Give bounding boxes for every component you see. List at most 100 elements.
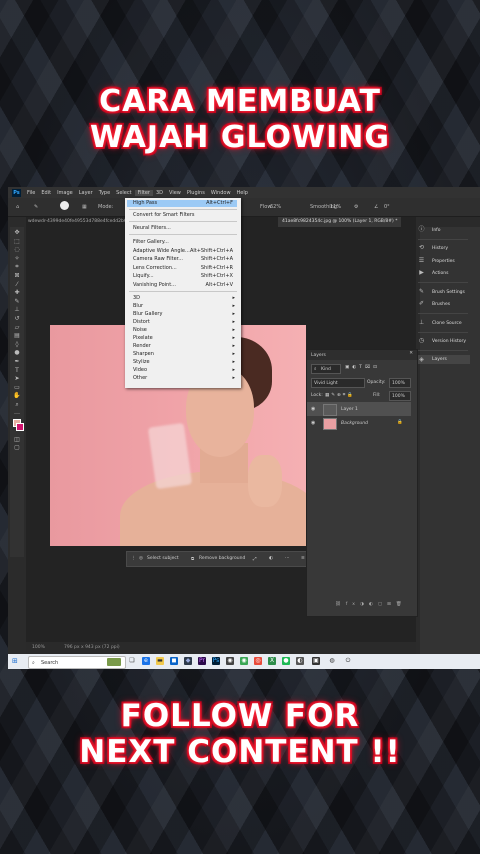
settings-icon[interactable]: ≡ — [301, 556, 305, 561]
blur-tool-icon[interactable]: ◊ — [13, 341, 21, 347]
angle-value[interactable]: 0° — [384, 204, 390, 210]
brush-panel-icon[interactable]: ▦ — [82, 204, 87, 210]
layer-row-layer-1[interactable]: ◉ Layer 1 — [307, 402, 411, 416]
power-icon[interactable]: ⏻ — [344, 657, 352, 665]
layer-kind-select[interactable]: ⌕ Kind — [311, 364, 341, 374]
app-icon[interactable]: ◆ — [184, 657, 192, 665]
menu-item-video[interactable]: Video ▸ — [133, 367, 237, 374]
menu-item-convert-smart-filters[interactable]: Convert for Smart Filters — [133, 212, 237, 219]
flow-value[interactable]: 62% — [270, 204, 281, 210]
mask-icon[interactable]: ◐ — [269, 556, 273, 561]
layer-filter-icons[interactable]: ▣◐T⌧⊡ — [345, 365, 380, 370]
menu-3d[interactable]: 3D — [153, 190, 166, 196]
history-brush-tool-icon[interactable]: ↺ — [13, 315, 21, 321]
menu-item-stylize[interactable]: Stylize ▸ — [133, 359, 237, 366]
visibility-eye-icon[interactable]: ◉ — [311, 406, 315, 412]
panel-info[interactable]: ⓘ Info — [418, 227, 440, 233]
select-subject-button[interactable]: Select subject — [147, 556, 179, 561]
pen-tool-icon[interactable]: ✒ — [13, 358, 21, 364]
menu-help[interactable]: Help — [234, 190, 251, 196]
gradient-tool-icon[interactable]: ▤ — [13, 333, 21, 339]
menu-item-vanishing-point[interactable]: Vanishing Point... Alt+Ctrl+V — [133, 282, 237, 289]
menu-item-liquify[interactable]: Liquify... Shift+Ctrl+X — [133, 273, 237, 280]
panel-version-history[interactable]: ◷ Version History — [418, 338, 466, 344]
color-swatches[interactable] — [13, 419, 24, 433]
home-icon[interactable]: ⌂ — [16, 204, 19, 210]
taskbar-search[interactable]: ⌕ Search — [28, 656, 126, 669]
menu-item-pixelate[interactable]: Pixelate ▸ — [133, 335, 237, 342]
photoshop-taskbar-icon[interactable]: Ps — [212, 657, 220, 665]
obs-icon[interactable]: ◍ — [328, 657, 336, 665]
marquee-tool-icon[interactable]: ⬚ — [13, 238, 21, 244]
menu-item-render[interactable]: Render ▸ — [133, 343, 237, 350]
quick-mask-icon[interactable]: ◫ — [13, 436, 21, 442]
stamp-tool-icon[interactable]: ⊥ — [13, 307, 21, 313]
visibility-eye-icon[interactable]: ◉ — [311, 420, 315, 426]
menu-plugins[interactable]: Plugins — [184, 190, 208, 196]
lock-icons[interactable]: ▦✎⊕⌗🔒 — [325, 392, 355, 398]
path-select-tool-icon[interactable]: ➤ — [13, 376, 21, 382]
close-icon[interactable]: ✕ — [409, 351, 413, 356]
menu-item-blur[interactable]: Blur ▸ — [133, 303, 237, 310]
quick-select-tool-icon[interactable]: ✧ — [13, 255, 21, 261]
layers-footer-icons[interactable]: ⛓fx◑◐▢⊞🗑 — [307, 602, 417, 612]
fill-input[interactable]: 100% — [389, 391, 411, 401]
panel-layers[interactable]: ◈ Layers — [416, 355, 470, 364]
menu-edit[interactable]: Edit — [38, 190, 54, 196]
chrome-icon[interactable]: ◎ — [254, 657, 262, 665]
excel-icon[interactable]: X — [268, 657, 276, 665]
file-explorer-icon[interactable]: ▬ — [156, 657, 164, 665]
healing-tool-icon[interactable]: ✚ — [13, 290, 21, 296]
menu-item-distort[interactable]: Distort ▸ — [133, 319, 237, 326]
menu-image[interactable]: Image — [54, 190, 76, 196]
menu-filter[interactable]: Filter — [134, 189, 153, 196]
menu-item-blur-gallery[interactable]: Blur Gallery ▸ — [133, 311, 237, 318]
panel-clone-source[interactable]: ⊥ Clone Source — [418, 320, 462, 326]
transform-icon[interactable]: ⤢ — [253, 556, 257, 562]
panel-actions[interactable]: ▶ Actions — [418, 270, 448, 276]
menu-item-neural-filters[interactable]: Neural Filters... — [133, 225, 237, 232]
blend-mode-select[interactable]: Vivid Light — [311, 378, 365, 388]
opacity-input[interactable]: 100% — [389, 378, 411, 388]
move-tool-icon[interactable]: ✥ — [13, 230, 21, 236]
shape-tool-icon[interactable]: ▭ — [13, 384, 21, 390]
more-tools-icon[interactable]: … — [13, 410, 21, 416]
panel-properties[interactable]: ☰ Properties — [418, 258, 455, 264]
menu-item-adaptive-wide-angle[interactable]: Adaptive Wide Angle... Alt+Shift+Ctrl+A — [133, 248, 237, 255]
menu-item-noise[interactable]: Noise ▸ — [133, 327, 237, 334]
app-icon[interactable]: ◐ — [296, 657, 304, 665]
layers-panel-title[interactable]: Layers — [311, 353, 326, 358]
eraser-tool-icon[interactable]: ▱ — [13, 324, 21, 330]
app-icon[interactable]: ◉ — [226, 657, 234, 665]
store-icon[interactable]: ◼ — [170, 657, 178, 665]
menu-item-sharpen[interactable]: Sharpen ▸ — [133, 351, 237, 358]
menu-file[interactable]: File — [24, 190, 38, 196]
menu-item-lens-correction[interactable]: Lens Correction... Shift+Ctrl+R — [133, 265, 237, 272]
menu-select[interactable]: Select — [113, 190, 134, 196]
menu-item-high-pass[interactable]: High Pass Alt+Ctrl+F — [127, 200, 237, 207]
eyedropper-tool-icon[interactable]: ⁄ — [13, 281, 21, 287]
menu-layer[interactable]: Layer — [76, 190, 96, 196]
menu-type[interactable]: Type — [96, 190, 113, 196]
tab-document-2[interactable]: 41ae8fc9824354c.jpg @ 100% (Layer 1, RGB… — [278, 217, 402, 227]
brush-size-preview[interactable] — [60, 201, 69, 210]
panel-brushes[interactable]: ✐ Brushes — [418, 301, 450, 307]
dodge-tool-icon[interactable]: ● — [13, 350, 21, 356]
layer-name[interactable]: Layer 1 — [341, 407, 358, 412]
brush-tool-icon[interactable]: ✎ — [34, 204, 38, 210]
edge-icon[interactable]: e — [142, 657, 150, 665]
more-options-icon[interactable]: ⋯ — [285, 556, 290, 561]
zoom-tool-icon[interactable]: ⌕ — [13, 401, 21, 407]
layer-row-background[interactable]: ◉ Background 🔒 — [307, 416, 411, 430]
panel-history[interactable]: ⟲ History — [418, 245, 448, 251]
frame-tool-icon[interactable]: ⊠ — [13, 272, 21, 278]
type-tool-icon[interactable]: T — [13, 367, 21, 373]
app-icon[interactable]: ◉ — [240, 657, 248, 665]
app-icon[interactable]: ● — [282, 657, 290, 665]
zoom-level[interactable]: 100% — [32, 645, 45, 650]
brush-tool-icon[interactable]: ✎ — [13, 298, 21, 304]
gear-icon[interactable]: ⚙ — [354, 204, 358, 210]
menu-item-filter-gallery[interactable]: Filter Gallery... — [133, 239, 237, 246]
screen-mode-icon[interactable]: ▢ — [13, 445, 21, 451]
menu-window[interactable]: Window — [208, 190, 234, 196]
